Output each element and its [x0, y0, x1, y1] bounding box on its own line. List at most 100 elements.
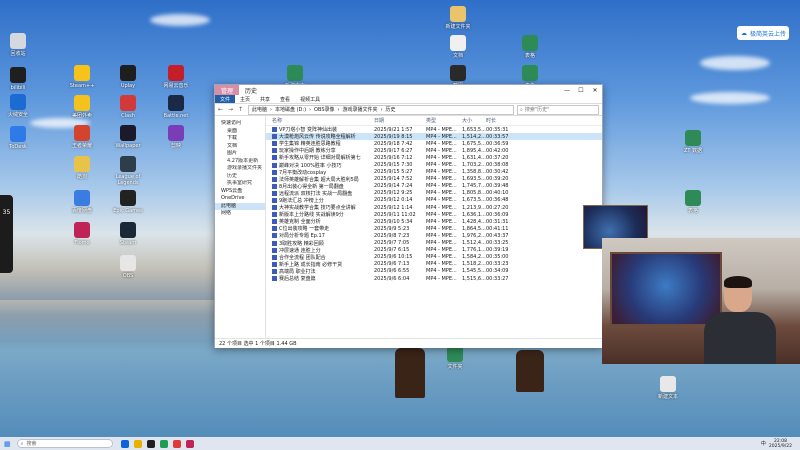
desktop-icon[interactable]: 王者荣耀 — [64, 125, 100, 149]
nav-item[interactable]: 图片 — [215, 150, 265, 158]
taskbar-app-icon[interactable] — [185, 439, 194, 448]
ribbon-tab[interactable]: 共享 — [255, 96, 275, 103]
side-widget[interactable]: 35 — [0, 195, 13, 273]
app-icon — [74, 190, 90, 206]
ime-indicator[interactable]: 中 — [761, 440, 766, 447]
minimize-button[interactable]: — — [560, 87, 574, 94]
taskbar-app-icon[interactable] — [146, 439, 155, 448]
breadcrumb-item[interactable]: 本地磁盘 (D:) — [275, 106, 306, 113]
nav-item[interactable]: 网络 — [215, 210, 265, 218]
ribbon-tab[interactable]: 文件 — [215, 95, 236, 103]
address-bar[interactable]: 此电脑 › 本地磁盘 (D:) › OBS录像 › 游戏录播文件夹 › 历史 — [248, 104, 514, 115]
desktop-icon[interactable]: 表格 — [675, 190, 711, 214]
breadcrumb-item[interactable]: OBS录像 — [314, 106, 334, 113]
desktop-icon[interactable]: 美团外卖 — [64, 95, 100, 119]
desktop-icon[interactable]: Battle.net — [158, 95, 194, 119]
back-button[interactable]: ← — [218, 106, 225, 113]
nav-item[interactable]: 下载 — [215, 135, 265, 143]
desktop-icon[interactable]: League of Legends — [110, 156, 146, 186]
file-row[interactable]: VP刀塔小智 变阵神仙出装 2025/9/21 1:57 MP4 - MPE... 1… — [266, 126, 602, 133]
desktop-icon[interactable]: Epic Games — [110, 190, 146, 214]
forward-button[interactable]: → — [228, 106, 235, 113]
nav-item[interactable]: 桌面 — [215, 128, 265, 136]
col-size[interactable]: 大小 — [462, 117, 486, 124]
nav-item[interactable]: 文档 — [215, 143, 265, 151]
desktop-icon[interactable]: 火绒安全 — [0, 94, 36, 118]
file-row[interactable]: 7月平衡改动cosplay 2025/9/15 5:27 MP4 - MPE... 1… — [266, 169, 602, 176]
col-duration[interactable]: 时长 — [486, 117, 516, 124]
cloud-upload-button[interactable]: ☁ 极简英云上传 — [737, 26, 789, 40]
start-icon[interactable]: ▦ — [4, 440, 11, 448]
file-row[interactable]: 巅峰对决 100%胜率 小技巧 2025/9/15 7:30 MP4 - MPE..… — [266, 161, 602, 169]
desktop-icon[interactable]: Steam++ — [64, 65, 100, 89]
desktop-icon[interactable]: Wallpaper — [110, 125, 146, 149]
desktop-icon[interactable]: Steam — [110, 222, 146, 246]
file-row[interactable]: 学生集锦 精英连胜思路教程 2025/9/18 7:42 MP4 - MPE... 1… — [266, 140, 602, 147]
search-input[interactable]: ⌕ 搜索"历史" — [517, 104, 599, 115]
breadcrumb-item[interactable]: 游戏录播文件夹 — [343, 106, 378, 113]
nav-item[interactable]: 游戏录播文件夹 — [215, 165, 265, 173]
desktop-icon[interactable]: 酷狗 — [64, 156, 100, 180]
desktop-icon[interactable]: Clash — [110, 95, 146, 119]
file-row[interactable]: 远程流派 双核打法 实战一局翻盘 2025/9/12 9:25 MP4 - MPE.… — [266, 190, 602, 197]
taskbar-app-icon[interactable] — [159, 439, 168, 448]
taskbar-app-icon[interactable] — [133, 439, 142, 448]
file-row[interactable]: 对局分析专题 Ep.17 2025/9/8 7:23 MP4 - MPE... 1,9… — [266, 232, 602, 239]
nav-item[interactable]: 快速访问 — [215, 120, 265, 128]
desktop-icon[interactable]: 回收站 — [0, 33, 36, 57]
breadcrumb-item[interactable]: 此电脑 — [252, 106, 267, 113]
file-row[interactable]: 9跑法汇总 冲榜上分 2025/9/12 0:14 MP4 - MPE... 1,67… — [266, 197, 602, 204]
file-row[interactable]: 玩家操作中后期 教练分享 2025/9/17 6:27 MP4 - MPE... 1,… — [266, 147, 602, 154]
ribbon-tab[interactable]: 查看 — [275, 96, 295, 103]
maximize-button[interactable]: ☐ — [574, 87, 588, 94]
desktop-icon[interactable]: 文档 — [440, 35, 476, 59]
desktop-icon[interactable]: 文件夹 — [437, 346, 473, 370]
desktop-icon[interactable]: 网易云音乐 — [158, 65, 194, 89]
file-row[interactable]: 合作全流程 团队配合 2025/9/6 10:15 MP4 - MPE... 1,58… — [266, 254, 602, 261]
file-row[interactable]: 高端局 职业打法 2025/9/6 6:55 MP4 - MPE... 1,545,5… — [266, 268, 602, 275]
desktop-icon-label: 新建文本 — [657, 394, 678, 400]
file-row[interactable]: 英雄克制 全面分析 2025/9/10 5:34 MP4 - MPE... 1,428… — [266, 218, 602, 225]
desktop-icon[interactable]: ZT 数据 — [675, 130, 711, 154]
nav-item[interactable]: 此电脑 — [215, 202, 265, 210]
nav-item[interactable]: OneDrive — [215, 195, 265, 203]
desktop-icon[interactable]: Uplay — [110, 65, 146, 89]
col-type[interactable]: 类型 — [426, 117, 462, 124]
up-button[interactable]: ↑ — [238, 106, 245, 113]
breadcrumb-item[interactable]: 历史 — [386, 106, 396, 113]
tab-manage[interactable]: 管理 — [215, 85, 240, 95]
file-row[interactable]: 新版本上分路线 实战解读9分 2025/9/11 11:02 MP4 - MPE..… — [266, 211, 602, 218]
ribbon-tab[interactable]: 主页 — [235, 96, 255, 103]
file-row[interactable]: 赛后总结 复盘篇 2025/9/6 6:04 MP4 - MPE... 1,515,6… — [266, 275, 602, 282]
file-row[interactable]: 大漠枪炮风云传 传说攻略全程解析 2025/9/19 8:15 MP4 - MPE.… — [266, 133, 602, 141]
file-row[interactable]: 新手上路 成长指南 必修干货 2025/9/6 7:13 MP4 - MPE... 1… — [266, 261, 602, 268]
nav-item[interactable]: 4.27版本更新 — [215, 158, 265, 166]
taskbar-app-icon[interactable] — [120, 439, 129, 448]
file-row[interactable]: 法师英雄解析合集 超大局大胜利5局 2025/9/14 7:52 MP4 - MPE… — [266, 176, 602, 183]
taskbar-search[interactable]: ⌕ 搜索 — [16, 439, 113, 448]
desktop-icon[interactable]: OBS — [110, 255, 146, 279]
desktop-icon[interactable]: 新建文本 — [650, 376, 686, 400]
desktop-icon[interactable]: 百度网盘 — [64, 190, 100, 214]
taskbar-app-icon[interactable] — [172, 439, 181, 448]
file-row[interactable]: 冲层速通 连胜上分 2025/9/7 6:15 MP4 - MPE... 1,776,… — [266, 247, 602, 254]
ribbon-tab[interactable]: 视频工具 — [295, 96, 325, 103]
file-row[interactable]: 大神实战教学合集 技巧要点全讲解 2025/9/12 1:14 MP4 - MPE.… — [266, 204, 602, 211]
close-button[interactable]: ✕ — [588, 87, 602, 94]
file-row[interactable]: 新手攻略从零开始 详细对局解析第七 2025/9/16 7:12 MP4 - MPE… — [266, 154, 602, 161]
desktop-icon[interactable]: 新建文件夹 — [440, 6, 476, 30]
file-row[interactable]: 8月出装心得全新 第一局翻盘 2025/9/14 7:24 MP4 - MPE...… — [266, 183, 602, 190]
nav-item[interactable]: WPS云盘 — [215, 188, 265, 196]
col-name[interactable]: 名称 — [266, 117, 374, 124]
clock[interactable]: 22:08 2025/9/22 — [769, 439, 792, 449]
nav-item[interactable]: 执事室研究 — [215, 180, 265, 188]
desktop-icon[interactable]: Flomo — [64, 222, 100, 246]
file-row[interactable]: 3取胜攻略 精彩回顾 2025/9/7 7:05 MP4 - MPE... 1,512… — [266, 240, 602, 247]
nav-item[interactable]: 历史 — [215, 173, 265, 181]
desktop-icon[interactable]: bilibili — [0, 67, 36, 91]
desktop-icon[interactable]: 表格 — [512, 35, 548, 59]
col-date[interactable]: 日期 — [374, 117, 426, 124]
desktop-icon[interactable]: ToDesk — [0, 126, 36, 150]
desktop-icon[interactable]: 剪映 — [158, 125, 194, 149]
file-row[interactable]: C位出装攻略 一套带走 2025/9/9 5:23 MP4 - MPE... 1,86… — [266, 225, 602, 232]
